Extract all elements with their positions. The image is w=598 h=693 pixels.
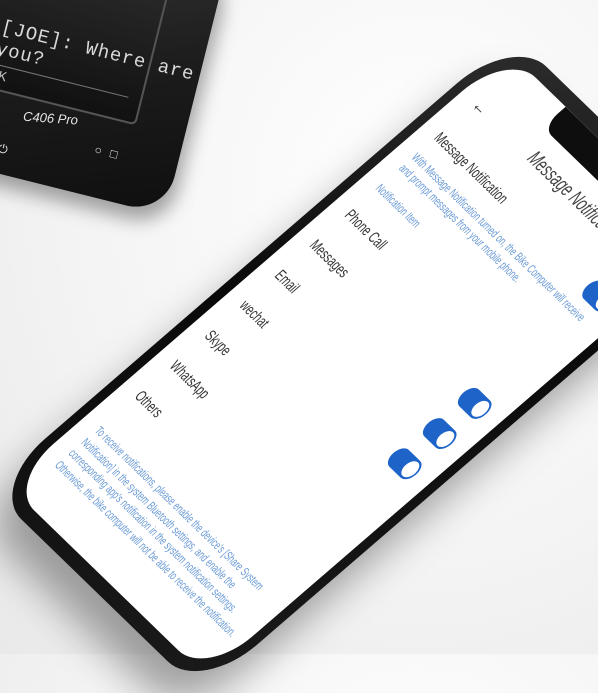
item-messages: Messages	[305, 235, 354, 281]
page-title: Message Notification	[522, 146, 598, 249]
email-toggle[interactable]	[418, 414, 461, 453]
item-email: Email	[270, 266, 304, 297]
square-button-icon: □	[108, 146, 120, 162]
toggle-knob	[433, 427, 458, 451]
bike-computer: [JOE]: Where are you? OK C406 Pro ▷ ⏻ ○ …	[0, 0, 228, 216]
item-wechat: wechat	[236, 296, 274, 332]
toggle-knob	[592, 290, 598, 313]
bike-model-label: C406 Pro	[22, 108, 79, 128]
circle-button-icon: ○	[93, 142, 104, 158]
wechat-toggle[interactable]	[383, 444, 426, 484]
item-others: Others	[131, 386, 168, 421]
back-arrow-icon[interactable]: ←	[465, 93, 496, 120]
item-whatsapp: WhatsApp	[166, 356, 215, 402]
messages-toggle[interactable]	[453, 384, 496, 423]
toggle-knob	[468, 397, 493, 420]
item-skype: Skype	[201, 326, 236, 359]
bike-ok-label: OK	[0, 62, 129, 117]
power-icon: ⏻	[0, 141, 10, 157]
toggle-knob	[398, 458, 423, 481]
bike-computer-screen: [JOE]: Where are you? OK	[0, 0, 197, 126]
item-phone-call: Phone Call	[340, 205, 392, 254]
notification-footer-note: To receive notifications, please enable …	[51, 424, 267, 640]
